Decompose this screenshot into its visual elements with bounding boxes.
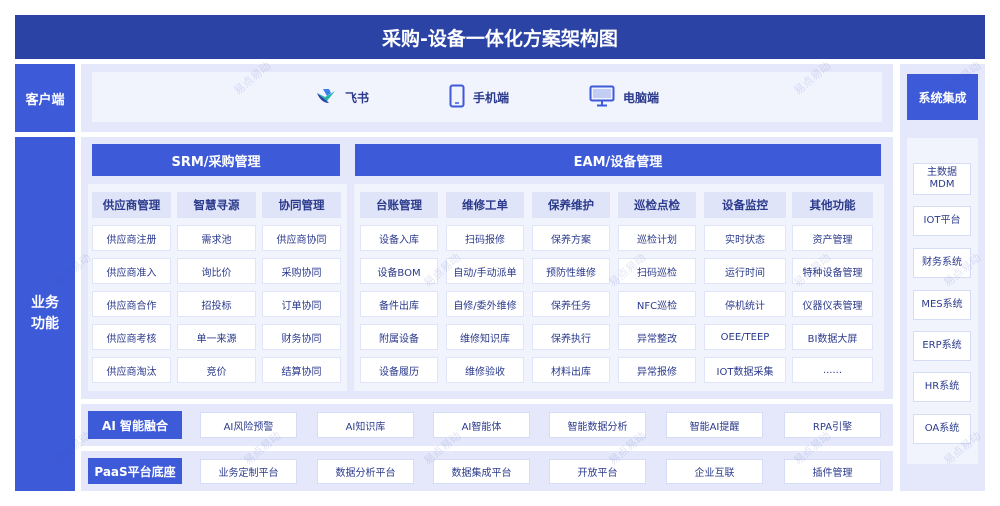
eam-cell: 停机统计	[704, 291, 786, 317]
eam-cell: 资产管理	[792, 225, 873, 251]
desktop-label: 电脑端	[623, 90, 660, 105]
eam-title: EAM/设备管理	[355, 144, 881, 176]
eam-cell: 保养执行	[532, 324, 610, 350]
eam-cell: 设备履历	[360, 357, 438, 383]
srm-cell: 结算协同	[262, 357, 341, 383]
ai-item: AI风险预警	[200, 412, 297, 438]
eam-cell: 自动/手动派单	[446, 258, 524, 284]
client-label: 客户端	[15, 64, 75, 132]
eam-col-head: 保养维护	[532, 192, 610, 218]
srm-col-head: 智慧寻源	[177, 192, 256, 218]
system-item: ERP系统	[913, 331, 971, 361]
feishu-label: 飞书	[344, 90, 369, 105]
eam-cell: 实时状态	[704, 225, 786, 251]
srm-cell: 询比价	[177, 258, 256, 284]
eam-cell: 异常整改	[618, 324, 696, 350]
client-row: 飞书 手机端 电脑端	[92, 72, 882, 122]
eam-cell: 保养方案	[532, 225, 610, 251]
eam-cell: 预防性维修	[532, 258, 610, 284]
paas-item: 开放平台	[549, 459, 646, 484]
system-item: 财务系统	[913, 248, 971, 278]
page-title: 采购-设备一体化方案架构图	[15, 15, 985, 59]
eam-cell: 维修知识库	[446, 324, 524, 350]
eam-cell: 特种设备管理	[792, 258, 873, 284]
system-integration-title: 系统集成	[907, 74, 978, 120]
ai-row-label: AI 智能融合	[88, 411, 182, 439]
system-item: MES系统	[913, 290, 971, 320]
srm-cell: 采购协同	[262, 258, 341, 284]
srm-col-head: 协同管理	[262, 192, 341, 218]
srm-cell: 供应商准入	[92, 258, 171, 284]
business-function-label: 业务 功能	[15, 137, 75, 491]
eam-cell: OEE/TEEP	[704, 324, 786, 350]
eam-cell: 设备BOM	[360, 258, 438, 284]
ai-item: 智能AI提醒	[666, 412, 763, 438]
paas-item: 数据分析平台	[317, 459, 414, 484]
eam-cell: 设备入库	[360, 225, 438, 251]
eam-col-head: 巡检点检	[618, 192, 696, 218]
eam-cell: ......	[792, 357, 873, 383]
srm-cell: 财务协同	[262, 324, 341, 350]
eam-col-head: 维修工单	[446, 192, 524, 218]
eam-cell: 材料出库	[532, 357, 610, 383]
eam-cell: 自修/委外维修	[446, 291, 524, 317]
paas-row-label: PaaS平台底座	[88, 458, 182, 484]
client-item-desktop: 电脑端	[589, 85, 659, 110]
system-item: HR系统	[913, 372, 971, 402]
srm-col-head: 供应商管理	[92, 192, 171, 218]
srm-cell: 订单协同	[262, 291, 341, 317]
eam-cell: 异常报修	[618, 357, 696, 383]
system-item: IOT平台	[913, 206, 971, 236]
srm-cell: 供应商考核	[92, 324, 171, 350]
mobile-label: 手机端	[472, 90, 509, 105]
business-function-label-line1: 业务	[31, 295, 59, 311]
eam-col-head: 设备监控	[704, 192, 786, 218]
srm-cell: 竞价	[177, 357, 256, 383]
srm-cell: 单一来源	[177, 324, 256, 350]
eam-cell: 扫码报修	[446, 225, 524, 251]
srm-cell: 招投标	[177, 291, 256, 317]
srm-cell: 供应商协同	[262, 225, 341, 251]
eam-cell: 维修验收	[446, 357, 524, 383]
eam-cell: 备件出库	[360, 291, 438, 317]
desktop-monitor-icon	[589, 85, 615, 110]
eam-col-head: 台账管理	[360, 192, 438, 218]
business-function-label-line2: 功能	[31, 316, 59, 332]
eam-cell: 保养任务	[532, 291, 610, 317]
client-item-feishu: 飞书	[315, 87, 369, 108]
eam-cell: BI数据大屏	[792, 324, 873, 350]
eam-cell: 扫码巡检	[618, 258, 696, 284]
srm-cell: 需求池	[177, 225, 256, 251]
eam-cell: 运行时间	[704, 258, 786, 284]
ai-item: 智能数据分析	[549, 412, 646, 438]
eam-col-head: 其他功能	[792, 192, 873, 218]
ai-item: RPA引擎	[784, 412, 881, 438]
system-item: OA系统	[913, 414, 971, 444]
eam-cell: IOT数据采集	[704, 357, 786, 383]
ai-item: AI智能体	[433, 412, 530, 438]
ai-item: AI知识库	[317, 412, 414, 438]
srm-title: SRM/采购管理	[92, 144, 340, 176]
feishu-icon	[315, 87, 337, 108]
eam-cell: 附属设备	[360, 324, 438, 350]
srm-cell: 供应商淘汰	[92, 357, 171, 383]
client-item-mobile: 手机端	[449, 84, 509, 111]
paas-item: 企业互联	[666, 459, 763, 484]
mobile-phone-icon	[449, 84, 465, 111]
system-item: 主数据 MDM	[913, 163, 971, 195]
eam-cell: 仪器仪表管理	[792, 291, 873, 317]
paas-item: 数据集成平台	[433, 459, 530, 484]
eam-cell: 巡检计划	[618, 225, 696, 251]
eam-cell: NFC巡检	[618, 291, 696, 317]
srm-cell: 供应商合作	[92, 291, 171, 317]
paas-item: 插件管理	[784, 459, 881, 484]
srm-cell: 供应商注册	[92, 225, 171, 251]
paas-item: 业务定制平台	[200, 459, 297, 484]
